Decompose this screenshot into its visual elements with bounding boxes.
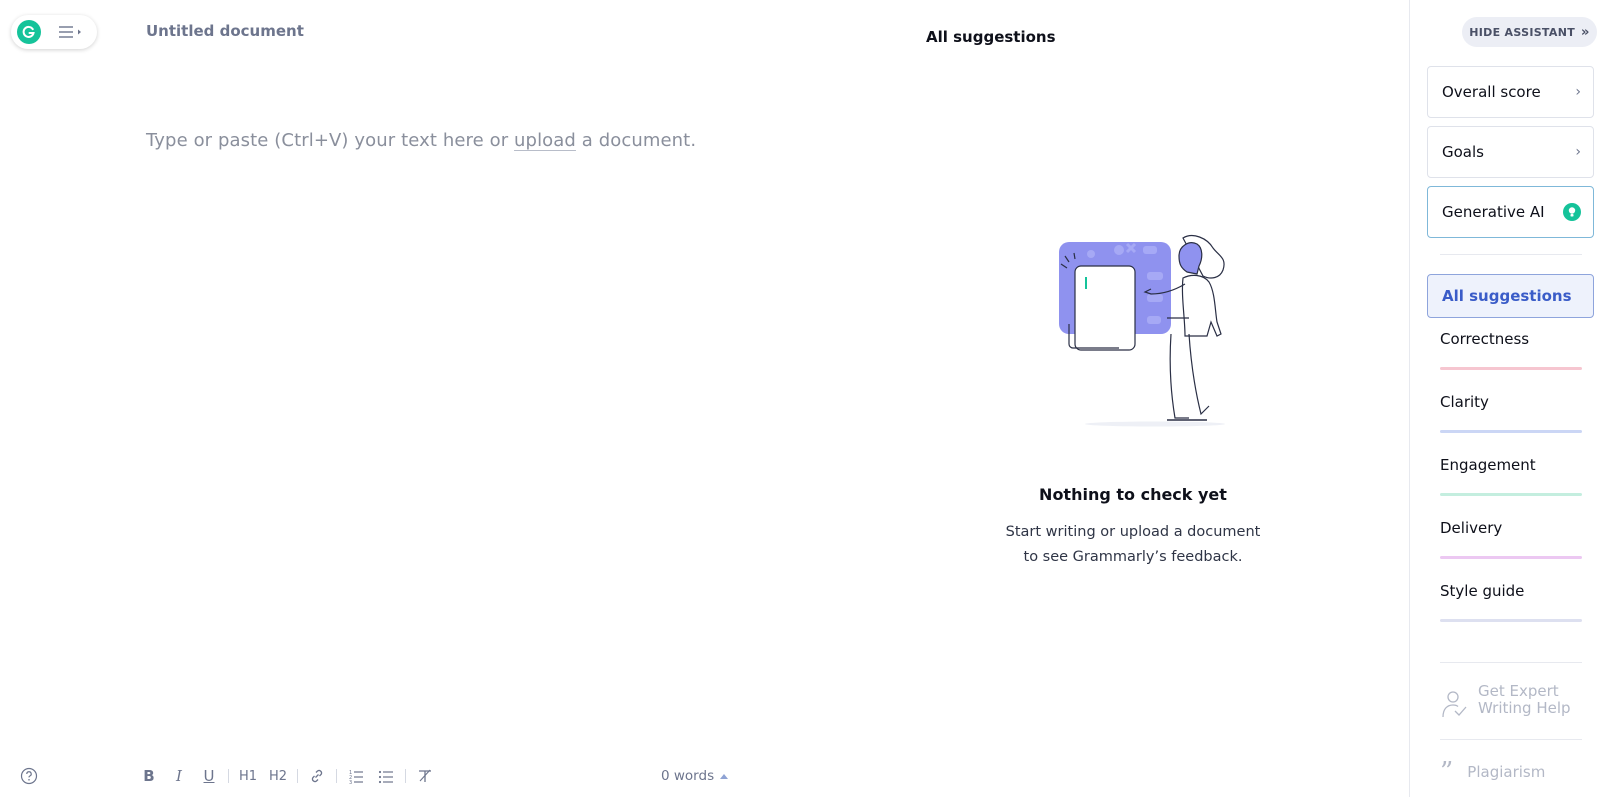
overall-score-label: Overall score	[1442, 83, 1541, 101]
category-bar	[1440, 367, 1582, 370]
clear-formatting-icon	[419, 769, 431, 782]
toolbar-divider	[405, 769, 406, 783]
caret-up-icon	[720, 773, 729, 779]
empty-state-heading: Nothing to check yet	[1039, 485, 1227, 504]
sidebar-divider	[1440, 662, 1582, 663]
heading2-icon: H2	[268, 768, 288, 784]
assistant-sidebar: HIDE ASSISTANT » Overall score › Goals ›…	[1409, 0, 1600, 797]
document-title[interactable]: Untitled document	[146, 22, 304, 40]
category-engagement[interactable]: Engagement	[1440, 456, 1582, 496]
toolbar-divider	[336, 769, 337, 783]
lightbulb-icon	[1563, 203, 1581, 221]
bold-icon: B	[143, 767, 155, 785]
category-bar	[1440, 430, 1582, 433]
generative-ai-label: Generative AI	[1442, 203, 1545, 221]
word-count-label: 0 words	[661, 768, 715, 784]
empty-state-line-1: Start writing or upload a document	[1005, 524, 1261, 540]
italic-icon: I	[176, 767, 182, 785]
chevron-right-icon: ›	[1575, 144, 1581, 160]
category-style-guide[interactable]: Style guide	[1440, 582, 1582, 622]
grammarly-logo-icon[interactable]	[17, 20, 41, 44]
category-label: Engagement	[1440, 456, 1536, 474]
empty-state-line-2: to see Grammarly’s feedback.	[1023, 549, 1243, 565]
generative-ai-card[interactable]: Generative AI	[1427, 186, 1594, 238]
category-bar	[1440, 493, 1582, 496]
heading1-button[interactable]: H1	[237, 764, 259, 788]
category-label: Style guide	[1440, 582, 1525, 600]
heading1-icon: H1	[238, 768, 258, 784]
editor-placeholder[interactable]: Type or paste (Ctrl+V) your text here or…	[146, 130, 696, 151]
ordered-list-icon: 123	[349, 770, 363, 784]
hamburger-menu-icon[interactable]	[57, 24, 85, 40]
plagiarism-button[interactable]: ” Plagiarism	[1440, 757, 1546, 787]
hide-assistant-label: HIDE ASSISTANT	[1469, 25, 1576, 39]
plagiarism-label: Plagiarism	[1467, 763, 1546, 781]
word-count[interactable]: 0 words	[661, 768, 729, 784]
hide-assistant-button[interactable]: HIDE ASSISTANT »	[1462, 17, 1597, 47]
formatting-toolbar: B I U H1 H2 123	[138, 764, 444, 788]
panel-title: All suggestions	[926, 28, 1056, 46]
bullet-list-button[interactable]	[375, 764, 397, 788]
toolbar-divider	[297, 769, 298, 783]
all-suggestions-tab[interactable]: All suggestions	[1427, 274, 1594, 318]
upload-link[interactable]: upload	[514, 130, 576, 151]
empty-state-illustration	[1059, 235, 1225, 427]
placeholder-text-start: Type or paste (Ctrl+V) your text here or	[146, 130, 515, 151]
heading2-button[interactable]: H2	[267, 764, 289, 788]
category-label: Clarity	[1440, 393, 1489, 411]
sidebar-divider	[1440, 739, 1582, 740]
placeholder-text-end: a document.	[575, 130, 697, 151]
ordered-list-button[interactable]: 123	[345, 764, 367, 788]
underline-button[interactable]: U	[198, 764, 220, 788]
toolbar-divider	[228, 769, 229, 783]
link-button[interactable]	[306, 764, 328, 788]
sidebar-divider	[1440, 254, 1582, 255]
category-bar	[1440, 619, 1582, 622]
help-icon[interactable]	[20, 767, 38, 785]
empty-state-description: Start writing or upload a document to se…	[933, 520, 1333, 570]
quote-icon: ”	[1440, 757, 1454, 787]
category-clarity[interactable]: Clarity	[1440, 393, 1582, 433]
grammarly-logo-pill[interactable]	[11, 15, 97, 49]
category-bar	[1440, 556, 1582, 559]
category-delivery[interactable]: Delivery	[1440, 519, 1582, 559]
clear-formatting-button[interactable]	[414, 764, 436, 788]
chevron-right-icon: ›	[1575, 84, 1581, 100]
overall-score-card[interactable]: Overall score ›	[1427, 66, 1594, 118]
bold-button[interactable]: B	[138, 764, 160, 788]
svg-text:3: 3	[349, 780, 352, 784]
expert-person-icon	[1442, 691, 1467, 718]
category-label: Correctness	[1440, 330, 1530, 348]
goals-label: Goals	[1442, 143, 1484, 161]
goals-card[interactable]: Goals ›	[1427, 126, 1594, 178]
category-correctness[interactable]: Correctness	[1440, 330, 1582, 370]
underline-icon: U	[203, 767, 215, 785]
expert-help-button[interactable]: Get Expert Writing Help	[1440, 683, 1590, 719]
link-icon	[311, 769, 323, 783]
italic-button[interactable]: I	[168, 764, 190, 788]
expert-help-label: Get Expert Writing Help	[1478, 682, 1571, 717]
category-label: Delivery	[1440, 519, 1503, 537]
bullet-list-icon	[378, 770, 393, 784]
double-chevron-right-icon: »	[1581, 24, 1590, 40]
